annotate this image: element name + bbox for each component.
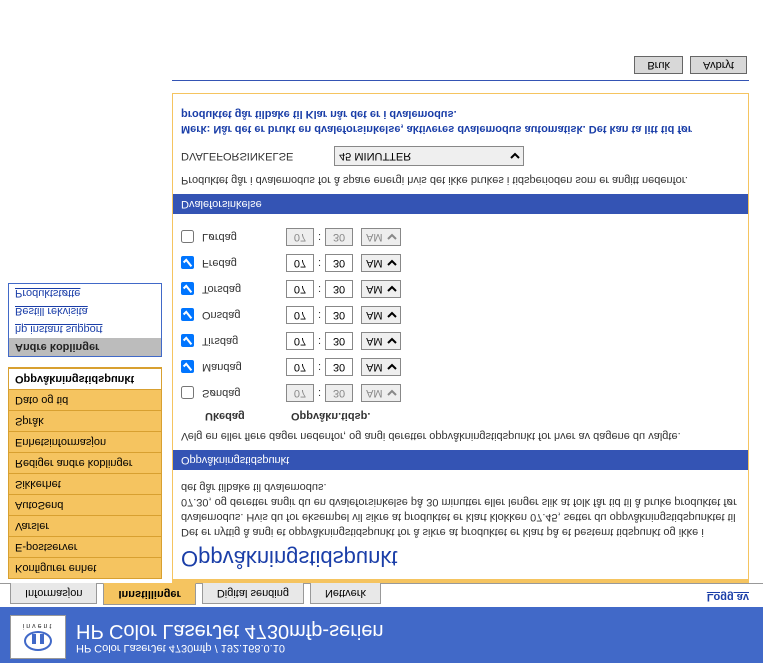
tab-settings[interactable]: Innstillinger	[103, 583, 195, 605]
wake-ampm-select[interactable]: AM	[361, 280, 401, 298]
wake-minute-input[interactable]	[325, 306, 353, 324]
nav-email-server[interactable]: E-postserver	[9, 536, 161, 557]
day-label: Torsdag	[202, 283, 286, 295]
wake-hour-input[interactable]	[286, 306, 314, 324]
tab-digital-sending[interactable]: Digital sending	[202, 583, 304, 604]
nav-security[interactable]: Sikkerhet	[9, 473, 161, 494]
day-label: Tirsdag	[202, 335, 286, 347]
device-address: HP Color LaserJet 4730mfp / 192.168.0.10	[76, 643, 753, 655]
day-checkbox[interactable]	[181, 334, 194, 347]
schedule-row: Lørdag:AM	[181, 226, 740, 248]
tab-bar: Informasjon Innstillinger Digital sendin…	[0, 583, 763, 607]
nav-edit-other-links[interactable]: Rediger andre koblinger	[9, 452, 161, 473]
wake-minute-input[interactable]	[325, 280, 353, 298]
settings-nav: Konfigurer enhet E-postserver Varsler Au…	[8, 367, 162, 579]
wake-minute-input[interactable]	[325, 254, 353, 272]
sidebar: Konfigurer enhet E-postserver Varsler Au…	[0, 46, 162, 583]
app-header: invent HP Color LaserJet 4730mfp / 192.1…	[0, 607, 763, 663]
col-header-weekday: Ukedag	[181, 410, 291, 422]
wake-hour-input[interactable]	[286, 332, 314, 350]
tab-information[interactable]: Informasjon	[10, 583, 97, 604]
nav-device-info[interactable]: Enhetsinformasjon	[9, 431, 161, 452]
schedule-table: Ukedag Oppvåkn.tidsp. Søndag:AM Mandag:AM…	[181, 226, 740, 422]
wake-ampm-select[interactable]: AM	[361, 384, 401, 402]
day-label: Lørdag	[202, 231, 286, 243]
nav-configure-device[interactable]: Konfigurer enhet	[9, 557, 161, 578]
page-title: Oppvåkningstidspunkt	[173, 539, 748, 579]
day-label: Mandag	[202, 361, 286, 373]
wake-minute-input[interactable]	[325, 332, 353, 350]
schedule-row: Tirsdag:AM	[181, 330, 740, 352]
section-wake-time-header: Oppvåkningstidspunkt	[173, 450, 748, 470]
tab-network[interactable]: Nettverk	[310, 583, 381, 604]
divider	[172, 80, 749, 81]
wake-minute-input[interactable]	[325, 358, 353, 376]
nav-autosend[interactable]: AutoSend	[9, 494, 161, 515]
sleep-delay-label: DVALEFORSINKELSE	[181, 150, 331, 162]
hp-logo: invent	[10, 615, 66, 659]
wake-hour-input[interactable]	[286, 384, 314, 402]
day-checkbox[interactable]	[181, 308, 194, 321]
content-area: Oppvåkningstidspunkt Det er nyttig å ang…	[162, 46, 763, 583]
section-wake-time-text: Velg en eller flere dager nedenfor, og a…	[181, 430, 740, 442]
wake-ampm-select[interactable]: AM	[361, 306, 401, 324]
wake-hour-input[interactable]	[286, 280, 314, 298]
schedule-row: Mandag:AM	[181, 356, 740, 378]
day-label: Søndag	[202, 387, 286, 399]
cancel-button[interactable]: Avbryt	[690, 56, 747, 74]
wake-minute-input[interactable]	[325, 228, 353, 246]
device-title: HP Color LaserJet 4730mfp-serien	[76, 620, 753, 643]
schedule-row: Søndag:AM	[181, 382, 740, 404]
page-intro: Det er nyttig å angi et oppvåkningstidsp…	[173, 470, 748, 539]
schedule-row: Torsdag:AM	[181, 278, 740, 300]
wake-ampm-select[interactable]: AM	[361, 254, 401, 272]
link-instant-support[interactable]: hp instant support	[9, 320, 161, 338]
wake-hour-input[interactable]	[286, 228, 314, 246]
day-checkbox[interactable]	[181, 256, 194, 269]
wake-ampm-select[interactable]: AM	[361, 332, 401, 350]
day-checkbox[interactable]	[181, 386, 194, 399]
wake-ampm-select[interactable]: AM	[361, 358, 401, 376]
wake-minute-input[interactable]	[325, 384, 353, 402]
section-sleep-delay-header: Dvaleforsinkelse	[173, 194, 748, 214]
link-product-support[interactable]: Produktstøtte	[9, 284, 161, 302]
wake-hour-input[interactable]	[286, 358, 314, 376]
nav-date-time[interactable]: Dato og tid	[9, 389, 161, 410]
nav-wake-time[interactable]: Oppvåkningstidspunkt	[9, 368, 161, 389]
schedule-row: Onsdag:AM	[181, 304, 740, 326]
sleep-delay-select[interactable]: 45 MINUTTER	[334, 146, 524, 166]
nav-language[interactable]: Språk	[9, 410, 161, 431]
other-links-heading: Andre koblinger	[9, 338, 161, 356]
nav-alerts[interactable]: Varsler	[9, 515, 161, 536]
logoff-link[interactable]: Logg av	[707, 591, 749, 603]
other-links-box: Andre koblinger hp instant support Besti…	[8, 283, 162, 357]
day-checkbox[interactable]	[181, 282, 194, 295]
link-order-supplies[interactable]: Bestill rekvisita	[9, 302, 161, 320]
day-label: Fredag	[202, 257, 286, 269]
apply-button[interactable]: Bruk	[634, 56, 683, 74]
col-header-wake-time: Oppvåkn.tidsp.	[291, 410, 370, 422]
schedule-row: Fredag:AM	[181, 252, 740, 274]
section-sleep-delay-text: Produktet går i dvalemodus for å spare e…	[181, 174, 740, 186]
day-label: Onsdag	[202, 309, 286, 321]
wake-hour-input[interactable]	[286, 254, 314, 272]
wake-ampm-select[interactable]: AM	[361, 228, 401, 246]
day-checkbox[interactable]	[181, 360, 194, 373]
sleep-delay-note: Merk: Når det er brukt en dvaleforsinkel…	[181, 106, 740, 136]
day-checkbox[interactable]	[181, 230, 194, 243]
